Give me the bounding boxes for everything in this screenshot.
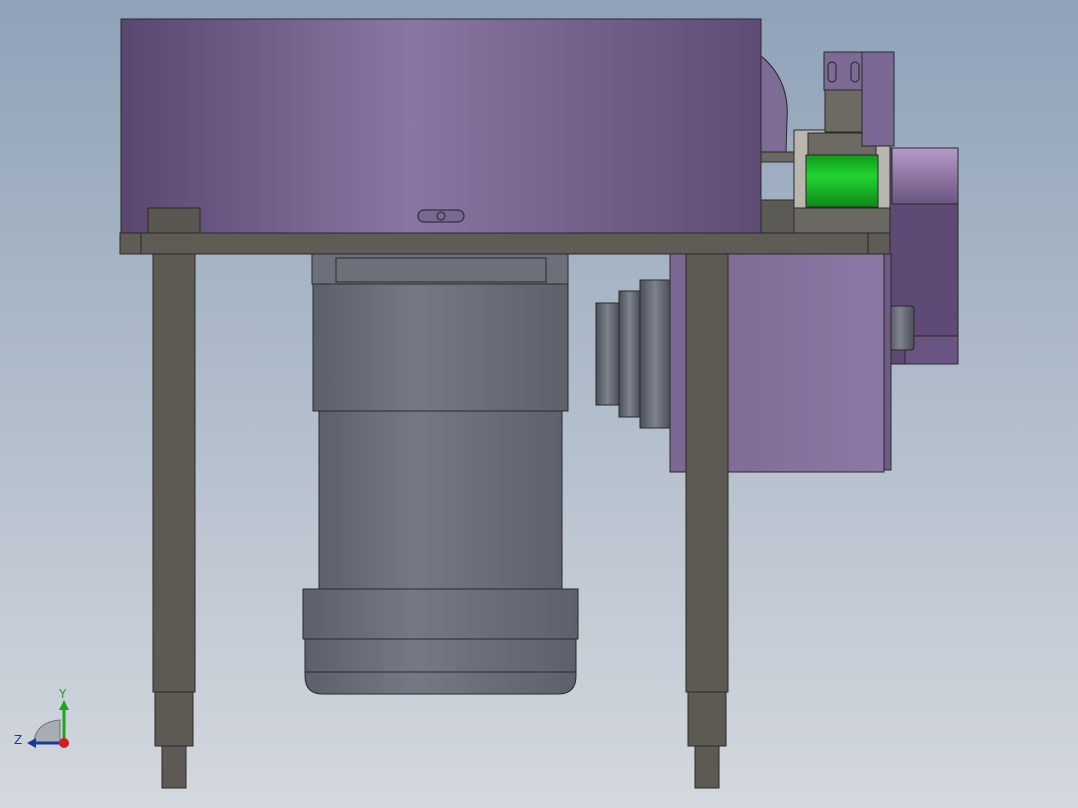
motor-end-band[interactable] [302, 588, 579, 640]
pulley-step-2[interactable] [618, 290, 641, 418]
motor-upper-body[interactable] [312, 283, 569, 412]
triad-y-arrow-icon [59, 700, 69, 710]
upright-plate[interactable] [861, 51, 895, 147]
triad-origin-icon [59, 738, 69, 748]
drum-side-strip[interactable] [760, 199, 796, 234]
roller-arm[interactable] [824, 87, 864, 133]
post-cap-left[interactable] [147, 207, 201, 234]
roller-slot-bracket[interactable] [823, 51, 867, 91]
roller-mount[interactable] [793, 207, 891, 234]
drum-body[interactable] [120, 18, 762, 234]
motor-end-cap[interactable] [304, 638, 577, 695]
base-plate[interactable] [119, 232, 891, 255]
cad-viewport[interactable] [0, 0, 1078, 808]
triad-z-arrow-icon [27, 738, 36, 748]
green-roller[interactable] [805, 154, 879, 208]
side-wheel[interactable] [891, 147, 959, 205]
leg-left[interactable] [152, 253, 196, 693]
leg-left-lower[interactable] [154, 691, 194, 747]
motor-body[interactable] [318, 410, 563, 590]
orientation-triad[interactable]: Y Z [10, 684, 80, 754]
triad-y-label: Y [58, 687, 67, 701]
leg-left-foot[interactable] [161, 745, 187, 789]
pulley-step-1[interactable] [639, 279, 671, 429]
leg-right-foot[interactable] [694, 745, 720, 789]
pulley-step-3[interactable] [595, 302, 620, 406]
triad-arc-icon [33, 719, 61, 743]
triad-z-label: Z [14, 733, 22, 747]
leg-right[interactable] [685, 253, 729, 693]
gearbox-flange[interactable] [883, 253, 892, 471]
leg-right-lower[interactable] [687, 691, 727, 747]
